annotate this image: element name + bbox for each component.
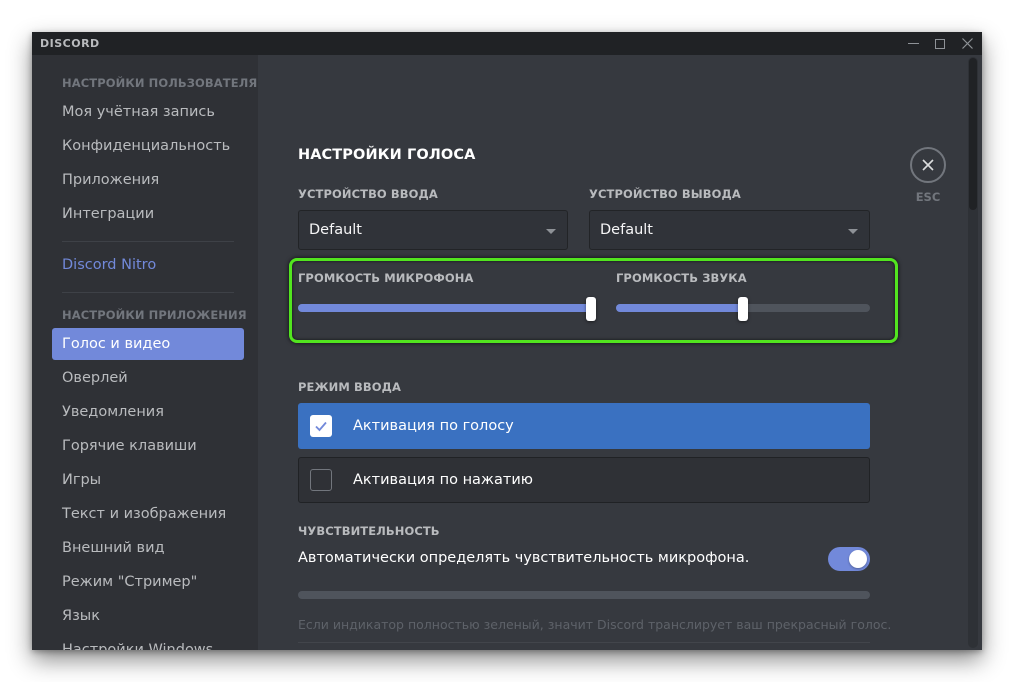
voice-activation-label: Активация по голосу bbox=[353, 418, 514, 434]
sidebar-item-label: Уведомления bbox=[62, 404, 164, 420]
sidebar-item-nitro[interactable]: Discord Nitro bbox=[52, 249, 244, 281]
close-icon bbox=[961, 38, 973, 49]
sidebar-item-label: Язык bbox=[62, 608, 100, 624]
scrollbar-thumb[interactable] bbox=[969, 58, 977, 210]
page-title: НАСТРОЙКИ ГОЛОСА bbox=[298, 147, 476, 163]
check-icon bbox=[315, 421, 327, 432]
chevron-down-icon bbox=[848, 229, 858, 234]
sidebar-item-privacy[interactable]: Конфиденциальность bbox=[52, 130, 244, 162]
sidebar-item-label: Интеграции bbox=[62, 206, 155, 222]
sidebar-item-voice-video[interactable]: Голос и видео bbox=[52, 328, 244, 360]
sidebar-item-label: Discord Nitro bbox=[62, 257, 157, 273]
chevron-down-icon bbox=[546, 229, 556, 234]
sidebar-item-label: Оверлей bbox=[62, 370, 128, 386]
voice-activation-option[interactable]: Активация по голосу bbox=[298, 403, 870, 449]
esc-close-button[interactable] bbox=[910, 147, 946, 183]
input-device-value: Default bbox=[309, 222, 362, 238]
auto-sensitivity-label: Автоматически определять чувствительност… bbox=[298, 550, 750, 566]
sidebar-item-label: Голос и видео bbox=[62, 336, 171, 352]
esc-label: ESC bbox=[915, 190, 941, 204]
minimize-icon bbox=[907, 43, 919, 44]
sidebar-item-text-images[interactable]: Текст и изображения bbox=[52, 498, 244, 530]
close-window-button[interactable] bbox=[953, 32, 981, 55]
checkbox-checked bbox=[310, 415, 332, 437]
sidebar-item-label: Режим "Стример" bbox=[62, 574, 198, 590]
mic-volume-label: ГРОМКОСТЬ МИКРОФОНА bbox=[298, 271, 474, 285]
checkbox-unchecked bbox=[310, 469, 332, 491]
output-device-label: УСТРОЙСТВО ВЫВОДА bbox=[589, 187, 741, 201]
maximize-icon bbox=[935, 38, 945, 49]
sidebar-item-overlay[interactable]: Оверлей bbox=[52, 362, 244, 394]
sidebar-item-keybinds[interactable]: Горячие клавиши bbox=[52, 430, 244, 462]
sidebar-item-appearance[interactable]: Внешний вид bbox=[52, 532, 244, 564]
sidebar-item-games[interactable]: Игры bbox=[52, 464, 244, 496]
sidebar-divider bbox=[62, 241, 234, 242]
output-volume-label: ГРОМКОСТЬ ЗВУКА bbox=[616, 271, 747, 285]
sidebar-item-integrations[interactable]: Интеграции bbox=[52, 198, 244, 230]
sensitivity-label: ЧУВСТВИТЕЛЬНОСТЬ bbox=[298, 524, 440, 538]
sidebar-item-notifications[interactable]: Уведомления bbox=[52, 396, 244, 428]
output-device-value: Default bbox=[600, 222, 653, 238]
sensitivity-hint: Если индикатор полностью зеленый, значит… bbox=[298, 617, 892, 632]
sidebar-item-label: Приложения bbox=[62, 172, 160, 188]
output-volume-slider[interactable] bbox=[616, 297, 870, 321]
minimize-button[interactable] bbox=[899, 32, 927, 55]
discord-window: DISCORD НАСТРОЙКИ ПОЛЬЗОВАТЕЛЯ Моя учётн… bbox=[32, 32, 982, 650]
output-volume-handle[interactable] bbox=[738, 297, 748, 321]
app-logo: DISCORD bbox=[40, 37, 100, 50]
auto-sensitivity-toggle[interactable] bbox=[828, 547, 870, 571]
settings-content: НАСТРОЙКИ ГОЛОСА УСТРОЙСТВО ВВОДА Defaul… bbox=[258, 55, 982, 650]
sidebar-item-streamer-mode[interactable]: Режим "Стример" bbox=[52, 566, 244, 598]
sidebar-divider bbox=[62, 292, 234, 293]
titlebar: DISCORD bbox=[32, 32, 982, 55]
input-device-select[interactable]: Default bbox=[298, 210, 568, 250]
input-device-label: УСТРОЙСТВО ВВОДА bbox=[298, 187, 438, 201]
settings-sidebar: НАСТРОЙКИ ПОЛЬЗОВАТЕЛЯ Моя учётная запис… bbox=[32, 55, 258, 650]
sidebar-item-my-account[interactable]: Моя учётная запись bbox=[52, 96, 244, 128]
mic-volume-fill bbox=[298, 304, 591, 312]
section-divider bbox=[298, 642, 870, 643]
sidebar-item-label: Конфиденциальность bbox=[62, 138, 231, 154]
sidebar-item-label: Настройки Windows bbox=[62, 642, 214, 650]
sidebar-item-label: Внешний вид bbox=[62, 540, 165, 556]
maximize-button[interactable] bbox=[926, 32, 954, 55]
sidebar-item-label: Текст и изображения bbox=[62, 506, 227, 522]
sensitivity-meter bbox=[298, 591, 870, 599]
sidebar-item-apps[interactable]: Приложения bbox=[52, 164, 244, 196]
push-to-talk-label: Активация по нажатию bbox=[353, 472, 533, 488]
sidebar-item-windows-settings[interactable]: Настройки Windows bbox=[52, 634, 244, 650]
sidebar-item-language[interactable]: Язык bbox=[52, 600, 244, 632]
sidebar-item-label: Игры bbox=[62, 472, 102, 488]
push-to-talk-option[interactable]: Активация по нажатию bbox=[298, 457, 870, 503]
user-settings-header: НАСТРОЙКИ ПОЛЬЗОВАТЕЛЯ bbox=[62, 76, 258, 90]
output-volume-fill bbox=[616, 304, 743, 312]
sidebar-item-label: Горячие клавиши bbox=[62, 438, 197, 454]
app-settings-header: НАСТРОЙКИ ПРИЛОЖЕНИЯ bbox=[62, 308, 247, 322]
toggle-knob bbox=[849, 550, 867, 568]
sidebar-item-label: Моя учётная запись bbox=[62, 104, 215, 120]
mic-volume-handle[interactable] bbox=[586, 297, 596, 321]
close-icon bbox=[922, 159, 934, 171]
output-device-select[interactable]: Default bbox=[589, 210, 870, 250]
input-mode-label: РЕЖИМ ВВОДА bbox=[298, 380, 401, 394]
mic-volume-slider[interactable] bbox=[298, 297, 596, 321]
